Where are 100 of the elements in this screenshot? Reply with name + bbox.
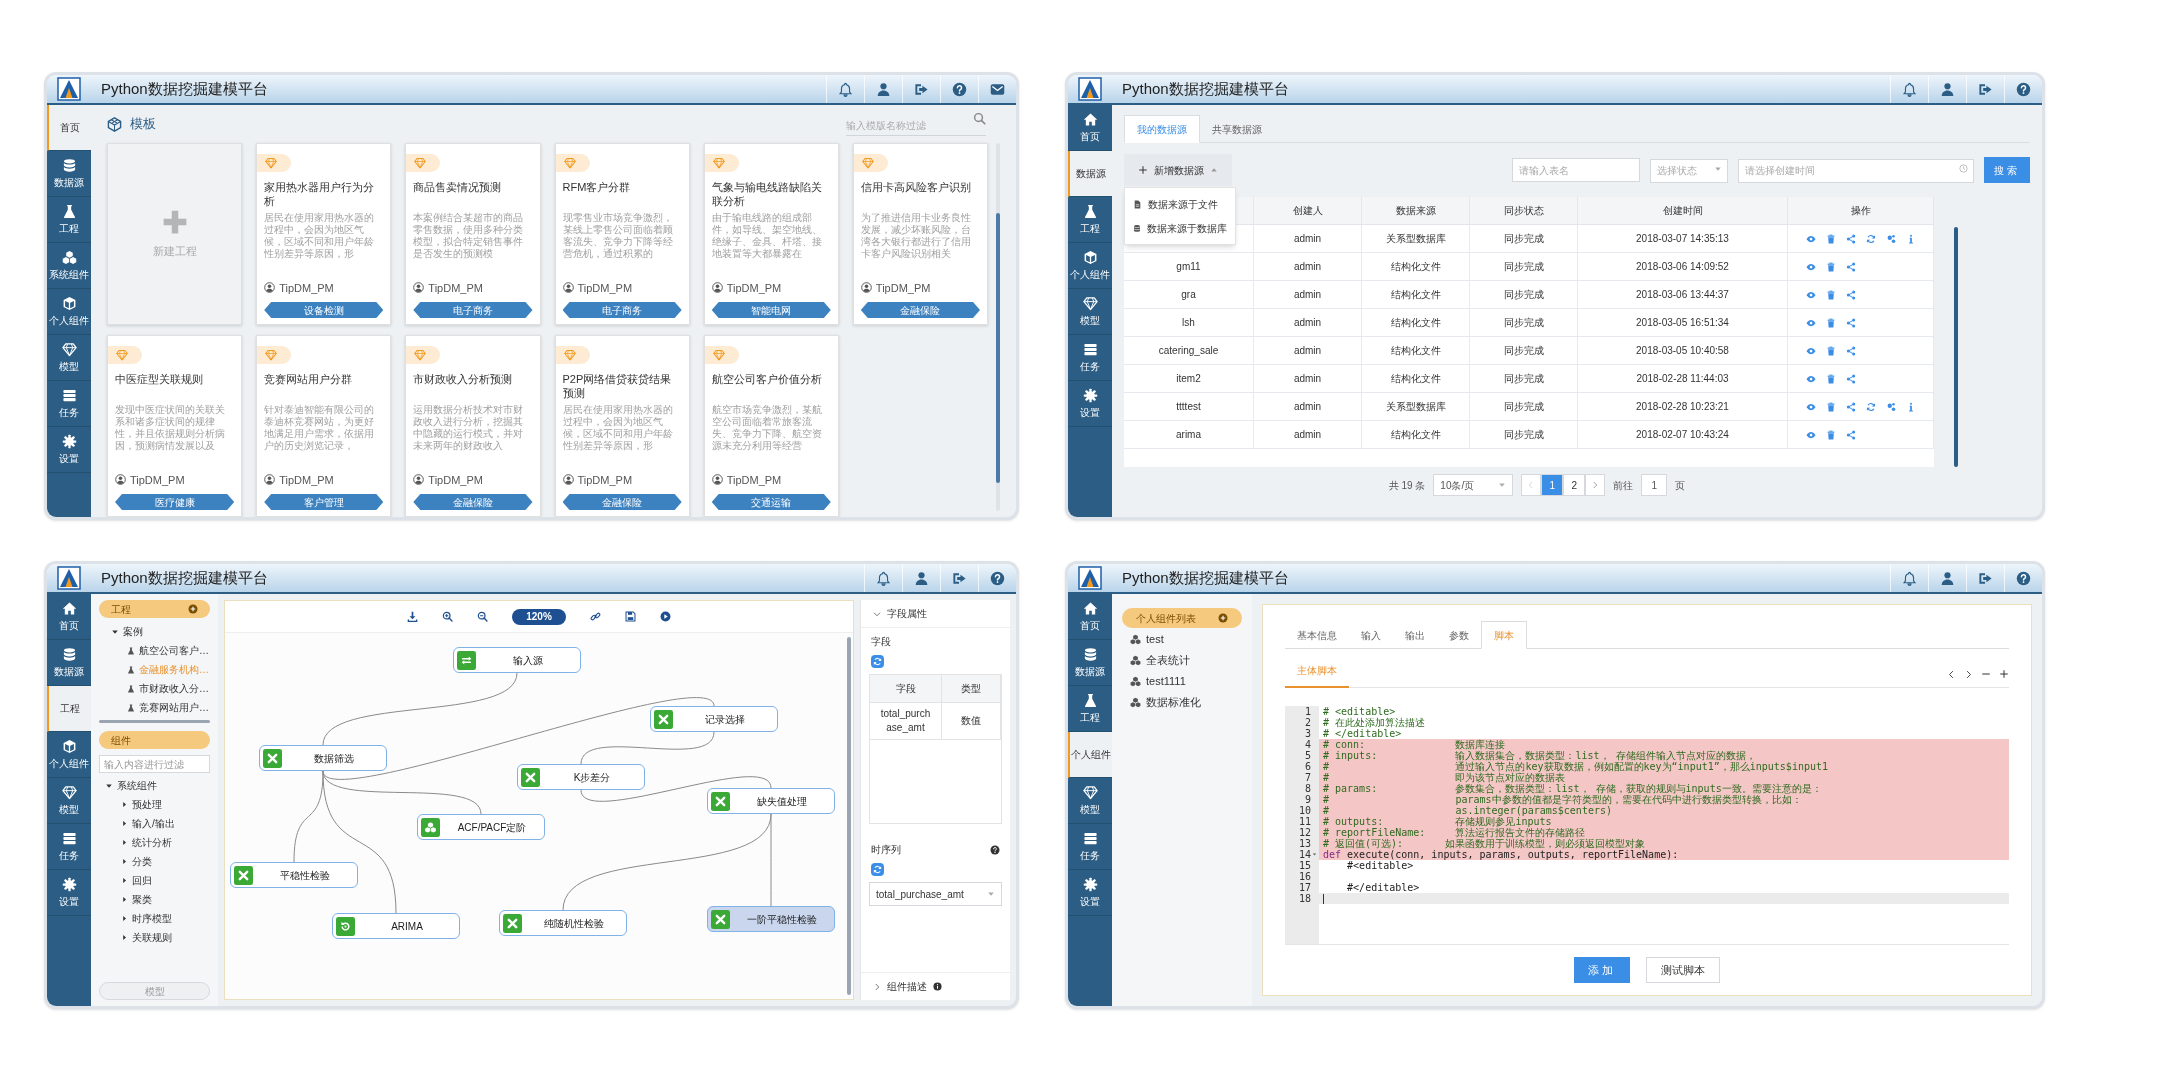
bell-icon[interactable] — [1902, 81, 1917, 97]
page-size-select[interactable]: 10条/页 — [1433, 474, 1514, 496]
link-icon[interactable] — [589, 611, 601, 622]
chevron-left-icon[interactable] — [1947, 669, 1956, 679]
tab[interactable]: 我的数据源 — [1124, 115, 1200, 143]
component-item[interactable]: test1111 — [1146, 672, 1186, 690]
flow-node[interactable]: 纯随机性检验 — [499, 910, 627, 936]
flow-node[interactable]: ACF/PACF定阶 — [417, 814, 545, 840]
caret-icon[interactable] — [121, 877, 128, 884]
bell-icon[interactable] — [1902, 570, 1917, 586]
share-icon[interactable] — [1846, 429, 1856, 440]
refresh-icon[interactable] — [1866, 233, 1876, 244]
flow-node[interactable]: K步差分 — [517, 764, 645, 790]
tree-item[interactable]: 系统组件 — [117, 778, 157, 793]
code-line[interactable]: #<editable> — [1319, 860, 2009, 871]
fold-icon[interactable] — [1312, 852, 1317, 857]
logout-icon[interactable] — [1978, 570, 1993, 586]
plus-icon[interactable] — [1218, 613, 1228, 623]
eye-icon[interactable] — [1806, 401, 1816, 412]
caret-icon[interactable] — [121, 858, 128, 865]
tree-item[interactable]: 关联规则 — [132, 930, 172, 945]
filter-field[interactable]: 输入内容进行过滤 — [99, 755, 210, 773]
refresh-icon[interactable] — [871, 655, 884, 668]
sidebar-item[interactable]: 任务 — [1068, 335, 1112, 381]
code-line[interactable]: # <editable> — [1319, 706, 2009, 717]
tab[interactable]: 参数 — [1437, 621, 1481, 649]
caret-icon[interactable] — [121, 896, 128, 903]
component-item[interactable]: 数据标准化 — [1146, 693, 1201, 711]
tree-item[interactable]: 市财政收入分… — [139, 681, 209, 696]
chevron-icon[interactable] — [873, 609, 881, 618]
caret-icon[interactable] — [121, 801, 128, 808]
flow-node[interactable]: 数据筛选 — [259, 745, 387, 771]
template-card[interactable]: 市财政收入分析预测 运用数据分析技术对市财政收入进行分析，挖掘其中隐藏的运行模式，并对未来两年的财政收入 TipDM_PM 金融保险 — [405, 335, 541, 517]
sidebar-item[interactable]: 首页 — [47, 105, 91, 151]
tree-item[interactable]: 聚类 — [132, 892, 152, 907]
sidebar-item[interactable]: 任务 — [47, 381, 91, 427]
tree-item[interactable]: 分类 — [132, 854, 152, 869]
help-icon[interactable] — [990, 844, 1000, 855]
tree-item[interactable]: 统计分析 — [132, 835, 172, 850]
code-line[interactable]: # 在此处添加算法描述 — [1319, 717, 2009, 728]
sidebar-item[interactable]: 个人组件 — [1068, 732, 1112, 778]
eye-icon[interactable] — [1806, 289, 1816, 300]
component-item[interactable]: test — [1146, 630, 1164, 648]
plus-icon[interactable] — [1999, 669, 2009, 679]
tree-item[interactable]: 预处理 — [132, 797, 162, 812]
info-icon[interactable] — [1906, 233, 1916, 244]
template-card[interactable]: 航空公司客户价值分析 航空市场竞争激烈，某航空公司面临着常旅客流失、竞争力下降、航空资源未充分利用等经营 TipDM_PM 交通运输 — [703, 335, 839, 517]
sidebar-item[interactable]: 工程 — [1068, 197, 1112, 243]
trash-icon[interactable] — [1826, 429, 1836, 440]
trash-icon[interactable] — [1826, 373, 1836, 384]
template-card[interactable]: 竞赛网站用户分群 针对泰迪智能有限公司的泰迪杯竞赛网站，为更好地满足用户需求，依据用户的历史浏览记录， TipDM_PM 客户管理 — [256, 335, 392, 517]
scrollbar-track[interactable] — [1954, 227, 1958, 467]
sidebar-item[interactable]: 个人组件 — [47, 289, 91, 335]
user-icon[interactable] — [1940, 570, 1955, 586]
tab[interactable]: 共享数据源 — [1200, 115, 1274, 143]
user-icon[interactable] — [1940, 81, 1955, 97]
search-field[interactable]: 输入模版名称过滤 — [846, 118, 986, 136]
tree-item[interactable]: 回归 — [132, 873, 152, 888]
template-card[interactable]: 信用卡高风险客户识别 为了推进信用卡业务良性发展，减少坏账风险，台湾各大银行都进行了信用卡客户风险识别相关 TipDM_PM 金融保险 — [852, 143, 988, 325]
scrollbar-track[interactable] — [847, 637, 851, 995]
help-icon[interactable] — [2016, 570, 2031, 586]
caret-icon[interactable] — [121, 934, 128, 941]
sidebar-item[interactable]: 模型 — [1068, 289, 1112, 335]
user-icon[interactable] — [914, 570, 929, 586]
flow-node[interactable]: ARIMA — [332, 913, 460, 939]
caret-icon[interactable] — [121, 915, 128, 922]
eye-icon[interactable] — [1806, 345, 1816, 356]
eye-icon[interactable] — [1806, 429, 1816, 440]
page-button[interactable]: 2 — [1563, 474, 1586, 496]
bell-icon[interactable] — [838, 81, 853, 97]
refresh-icon[interactable] — [1866, 401, 1876, 412]
scrollbar-track[interactable] — [99, 720, 210, 723]
flow-node[interactable]: 输入源 — [453, 647, 581, 673]
caret-icon[interactable] — [121, 820, 128, 827]
bell-icon[interactable] — [876, 570, 891, 586]
chevron-right-icon[interactable] — [1964, 669, 1973, 679]
template-card[interactable]: 商品售卖情况预测 本案例结合某超市的商品零售数据，使用多种分类模型，拟合特定销售事件是否发生的预测模 TipDM_PM 电子商务 — [405, 143, 541, 325]
template-card[interactable]: 家用热水器用户行为分析 居民在使用家用热水器的过程中，会因为地区气候，区域不同和用户年龄性别差异等原因，形 TipDM_PM 设备检测 — [256, 143, 392, 325]
tree-item[interactable]: 案例 — [123, 624, 143, 639]
eye-icon[interactable] — [1806, 261, 1816, 272]
play-icon[interactable] — [659, 611, 671, 622]
tree-item[interactable]: 航空公司客户… — [139, 643, 209, 658]
menu-item[interactable]: 数据来源于数据库 — [1125, 216, 1235, 240]
mail-icon[interactable] — [990, 81, 1005, 97]
tree-item[interactable]: 时序模型 — [132, 911, 172, 926]
share-icon[interactable] — [1846, 233, 1856, 244]
plus-icon[interactable] — [188, 604, 198, 614]
flow-node[interactable]: 缺失值处理 — [707, 788, 835, 814]
tab[interactable]: 基本信息 — [1285, 621, 1349, 649]
tree-item[interactable]: 竞赛网站用户… — [139, 700, 209, 715]
code-line[interactable]: # </editable> — [1319, 728, 2009, 739]
template-card[interactable]: 中医症型关联规则 发现中医症状间的关联关系和诸多症状间的规律性，并且依据规则分析病因，预测病情发展以及 TipDM_PM 医疗健康 — [107, 335, 243, 517]
menu-item[interactable]: 数据来源于文件 — [1125, 192, 1235, 216]
sidebar-item[interactable]: 数据源 — [1068, 151, 1112, 197]
tab[interactable]: 输入 — [1349, 621, 1393, 649]
add-datasource-button[interactable]: 新增数据源 — [1124, 154, 1232, 186]
sidebar-item[interactable]: 数据源 — [47, 151, 91, 197]
trash-icon[interactable] — [1826, 401, 1836, 412]
share-icon[interactable] — [1846, 345, 1856, 356]
tab[interactable]: 输出 — [1393, 621, 1437, 649]
